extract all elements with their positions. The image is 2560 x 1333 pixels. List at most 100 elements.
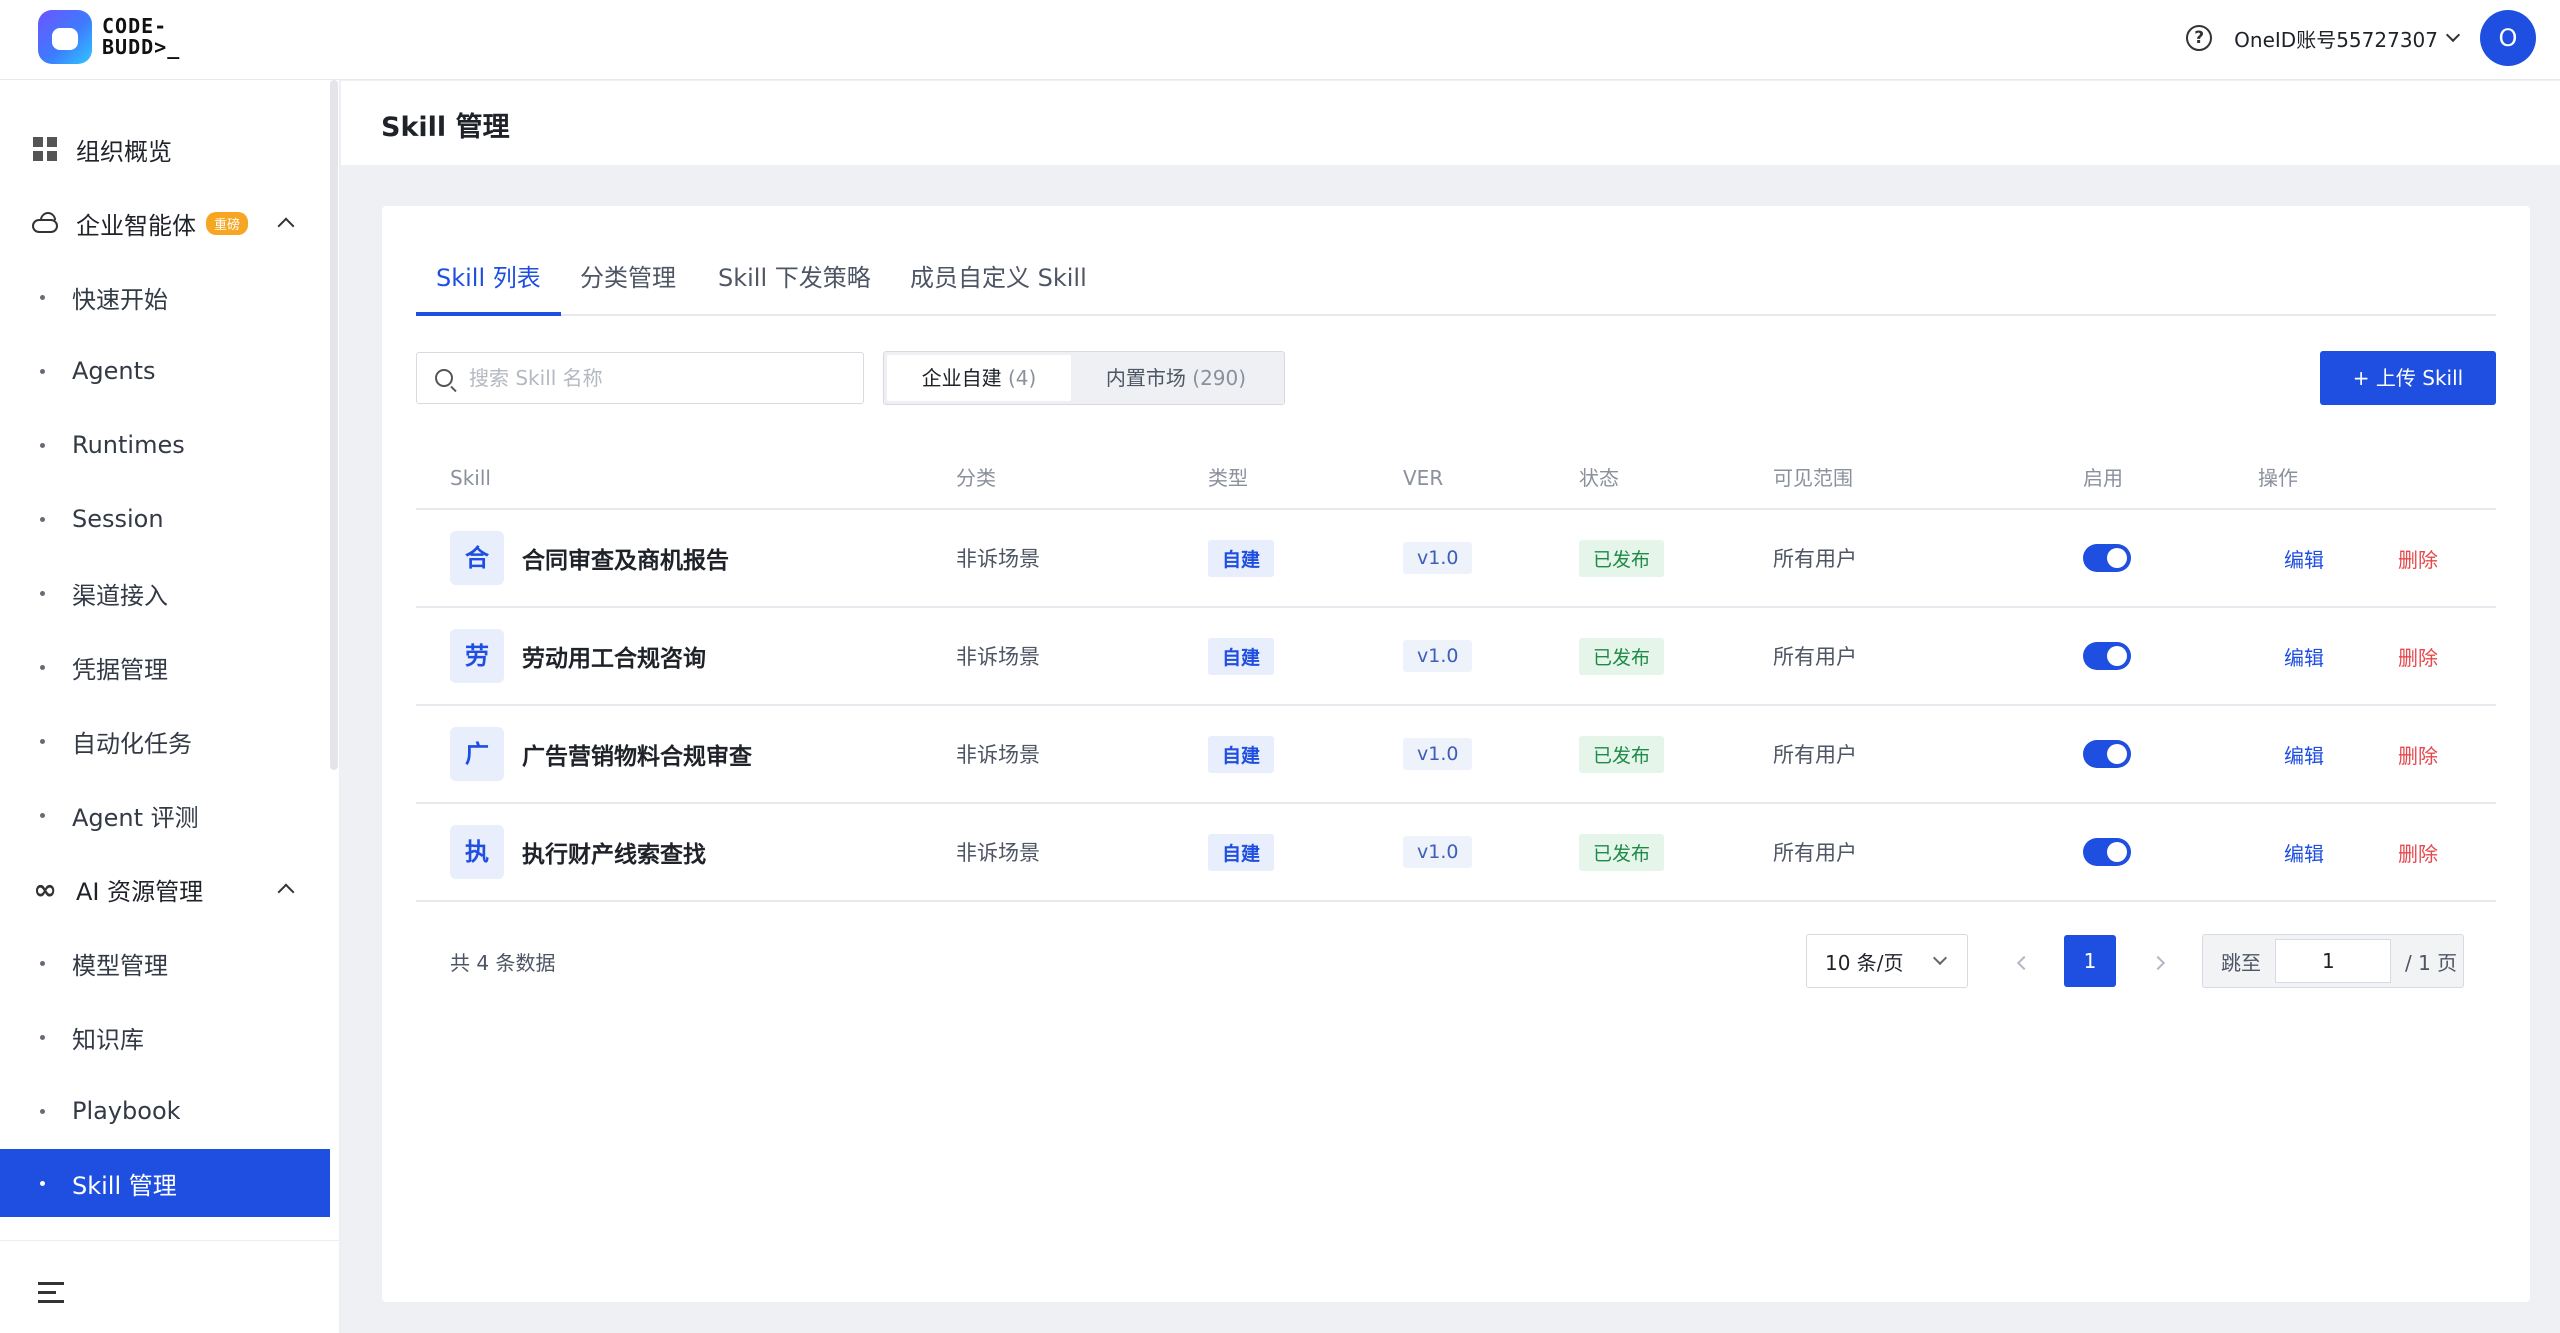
type-tag: 自建 — [1208, 539, 1275, 577]
skill-initial-chip: 执 — [450, 825, 504, 879]
delete-link[interactable]: 删除 — [2398, 838, 2438, 867]
skill-initial-chip: 广 — [450, 727, 504, 781]
total-pages: / 1 页 — [2405, 950, 2458, 975]
edit-link[interactable]: 编辑 — [2284, 838, 2324, 867]
enabled-cell — [2083, 608, 2131, 704]
page-number-current[interactable]: 1 — [2064, 935, 2116, 987]
tab-category-management[interactable]: 分类管理 — [560, 258, 696, 316]
page-title: Skill 管理 — [381, 112, 510, 143]
segment-enterprise[interactable]: 企业自建 (4) — [887, 355, 1071, 401]
edit-link[interactable]: 编辑 — [2284, 544, 2324, 573]
question-circle-icon[interactable]: ? — [2186, 25, 2213, 51]
enable-toggle[interactable] — [2083, 544, 2131, 572]
page-header: Skill 管理 — [341, 81, 2560, 165]
skill-name[interactable]: 执行财产线索查找 — [522, 835, 706, 869]
delete-link[interactable]: 删除 — [2398, 642, 2438, 671]
bullet-dot — [40, 294, 45, 300]
upload-skill-button[interactable]: + 上传 Skill — [2320, 351, 2496, 405]
version-cell: v1.0 — [1403, 804, 1473, 900]
page-jumper: 跳至 / 1 页 — [2202, 934, 2464, 988]
sidebar-item-knowledge-base[interactable]: 知识库 — [0, 1004, 330, 1070]
total-count: 共 4 条数据 — [450, 951, 556, 975]
jump-page-input[interactable] — [2275, 939, 2391, 983]
skill-name[interactable]: 广告营销物料合规审查 — [522, 737, 752, 771]
sidebar-item-enterprise-agents[interactable]: 企业智能体 重磅 — [0, 190, 330, 256]
column-header-status[interactable]: 状态 — [1579, 446, 1619, 510]
skill-name[interactable]: 合同审查及商机报告 — [522, 541, 729, 575]
table-row: 广 广告营销物料合规审查 非诉场景 自建 v1.0 已发布 所有用户 编辑 删除 — [416, 706, 2496, 804]
delete-link[interactable]: 删除 — [2398, 740, 2438, 769]
sidebar-item-quick-start[interactable]: 快速开始 — [0, 264, 330, 330]
sidebar-item-ai-resources[interactable]: ∞ AI 资源管理 — [0, 856, 330, 922]
status-cell: 已发布 — [1579, 804, 1665, 900]
sidebar-item-automation[interactable]: 自动化任务 — [0, 708, 330, 774]
logo-mark-icon — [38, 10, 92, 64]
bullet-dot — [40, 590, 45, 596]
bullet-dot — [40, 1034, 45, 1040]
avatar[interactable]: O — [2480, 10, 2536, 66]
enable-toggle[interactable] — [2083, 838, 2131, 866]
sidebar-item-playbook[interactable]: Playbook — [0, 1078, 330, 1144]
delete-link[interactable]: 删除 — [2398, 544, 2438, 573]
sidebar-scrollbar[interactable] — [330, 80, 338, 770]
search-field[interactable] — [416, 352, 864, 404]
edit-link[interactable]: 编辑 — [2284, 740, 2324, 769]
sidebar-item-agents[interactable]: Agents — [0, 338, 330, 404]
column-header-scope[interactable]: 可见范围 — [1773, 446, 1853, 510]
prev-page-icon[interactable] — [2016, 955, 2032, 971]
sidebar-item-agent-eval[interactable]: Agent 评测 — [0, 782, 330, 848]
skill-cell[interactable]: 合 合同审查及商机报告 — [450, 510, 729, 606]
enabled-cell — [2083, 706, 2131, 802]
page-size-select[interactable]: 10 条/页 — [1806, 934, 1968, 988]
column-header-type[interactable]: 类型 — [1208, 446, 1248, 510]
skill-cell[interactable]: 广 广告营销物料合规审查 — [450, 706, 752, 802]
column-header-skill[interactable]: Skill — [450, 446, 491, 510]
skill-cell[interactable]: 执 执行财产线索查找 — [450, 804, 706, 900]
column-header-enabled[interactable]: 启用 — [2083, 446, 2123, 510]
scope-cell: 所有用户 — [1773, 841, 1857, 865]
status-badge: 已发布 — [1579, 637, 1665, 675]
codebuddy-logo[interactable]: CODE- BUDD>_ — [38, 10, 180, 64]
type-cell: 自建 — [1208, 804, 1275, 900]
segment-market[interactable]: 内置市场 (290) — [1071, 355, 1281, 401]
collapse-menu-icon[interactable] — [38, 1282, 64, 1309]
edit-link[interactable]: 编辑 — [2284, 642, 2324, 671]
sidebar-item-label: 自动化任务 — [72, 729, 192, 758]
enable-toggle[interactable] — [2083, 642, 2131, 670]
sidebar-item-models[interactable]: 模型管理 — [0, 930, 330, 996]
column-header-category[interactable]: 分类 — [956, 446, 996, 510]
tab-bar: Skill 列表 分类管理 Skill 下发策略 成员自定义 Skill — [416, 258, 2496, 316]
skill-name[interactable]: 劳动用工合规咨询 — [522, 639, 706, 673]
next-page-icon[interactable] — [2150, 955, 2166, 971]
chevron-up-icon[interactable] — [277, 883, 295, 901]
sidebar-item-org-overview[interactable]: 组织概览 — [0, 116, 330, 182]
sidebar-item-label: Skill 管理 — [72, 1171, 177, 1200]
skill-initial-chip: 劳 — [450, 629, 504, 683]
tab-skill-list[interactable]: Skill 列表 — [416, 258, 561, 316]
sidebar-item-channels[interactable]: 渠道接入 — [0, 560, 330, 626]
category-cell: 非诉场景 — [956, 743, 1040, 767]
chevron-up-icon[interactable] — [277, 217, 295, 235]
search-input[interactable] — [469, 366, 849, 390]
status-badge: 已发布 — [1579, 735, 1665, 773]
sidebar-item-label: 知识库 — [72, 1025, 144, 1054]
sidebar-item-credentials[interactable]: 凭据管理 — [0, 634, 330, 700]
sidebar-item-label: 模型管理 — [72, 951, 168, 980]
skill-cell[interactable]: 劳 劳动用工合规咨询 — [450, 608, 706, 704]
bullet-dot — [40, 442, 45, 448]
account-name[interactable]: OneID账号55727307 — [2234, 24, 2438, 53]
tab-distribution-policy[interactable]: Skill 下发策略 — [698, 258, 891, 316]
sidebar-item-runtimes[interactable]: Runtimes — [0, 412, 330, 478]
table-header: Skill 分类 类型 VER 状态 可见范围 启用 操作 — [416, 446, 2496, 510]
sidebar-item-label: 渠道接入 — [72, 581, 168, 610]
sidebar-item-session[interactable]: Session — [0, 486, 330, 552]
bullet-dot — [40, 368, 45, 374]
column-header-version[interactable]: VER — [1403, 446, 1443, 510]
version-cell: v1.0 — [1403, 608, 1473, 704]
sidebar-item-skill-management[interactable]: Skill 管理 — [0, 1149, 330, 1217]
chevron-down-icon[interactable] — [2445, 27, 2461, 43]
tab-member-custom-skill[interactable]: 成员自定义 Skill — [890, 258, 1107, 316]
sidebar-item-label: Agent 评测 — [72, 803, 199, 832]
type-tag: 自建 — [1208, 637, 1275, 675]
enable-toggle[interactable] — [2083, 740, 2131, 768]
